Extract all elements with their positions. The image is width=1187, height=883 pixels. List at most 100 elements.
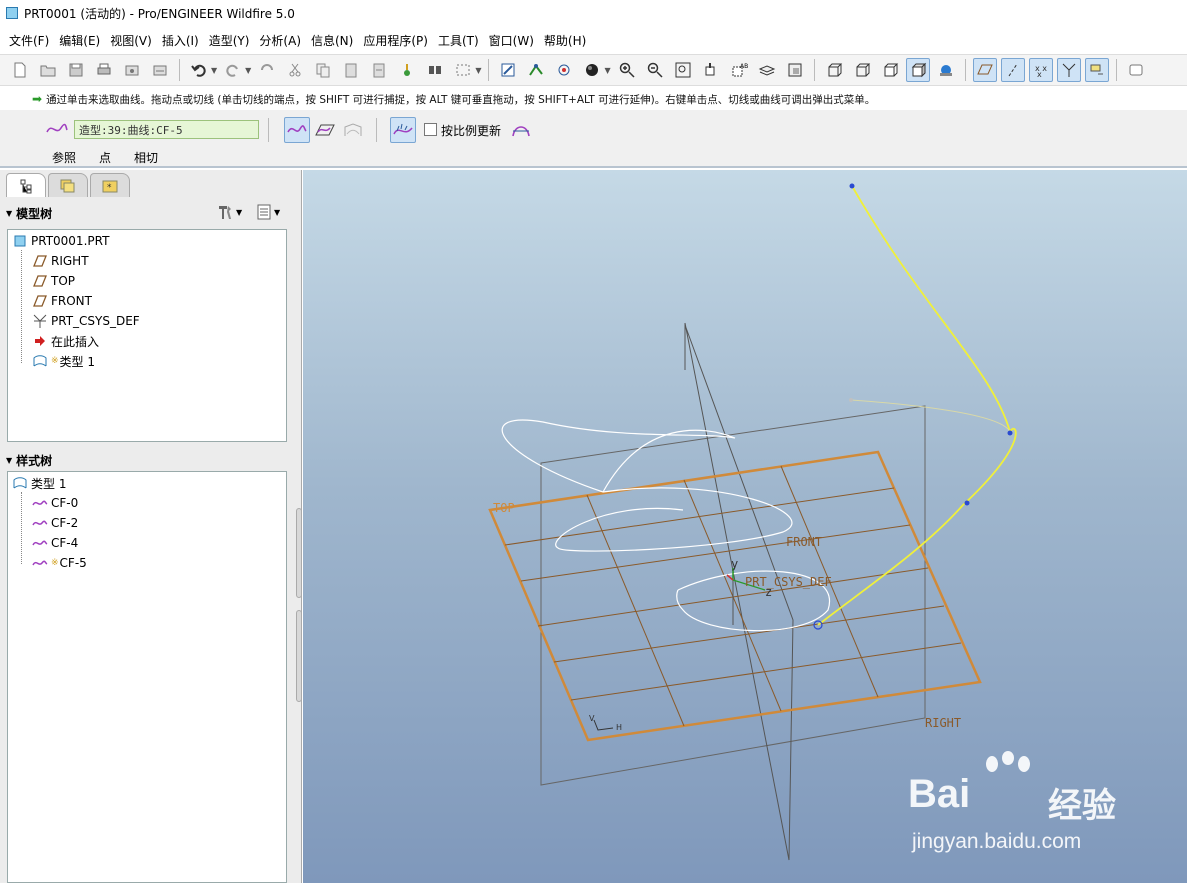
free-curve-button[interactable]: [284, 117, 310, 143]
redo-dropdown-icon[interactable]: ▼: [245, 66, 251, 75]
style-tree-item-feature[interactable]: 类型 1: [12, 473, 66, 493]
tab-references[interactable]: 参照: [52, 149, 76, 166]
datum-axes-display-icon[interactable]: [1000, 58, 1025, 82]
tree-item-top[interactable]: TOP: [32, 271, 75, 291]
style-tree-item-cf4[interactable]: CF-4: [32, 533, 78, 553]
tab-tangent[interactable]: 相切: [134, 149, 158, 166]
redo-icon[interactable]: [221, 58, 245, 82]
message-bar: ➡ 通过单击来选取曲线。拖动点或切线 (单击切线的端点，按 SHIFT 可进行捕…: [0, 88, 1187, 110]
menu-help[interactable]: 帮助(H): [539, 32, 591, 49]
svg-text:AB: AB: [740, 63, 748, 70]
tab-favorites[interactable]: *: [90, 173, 130, 197]
saved-views-icon[interactable]: AB: [727, 58, 751, 82]
tree-item-csys[interactable]: PRT_CSYS_DEF: [32, 311, 140, 331]
model-tree-settings[interactable]: ▼: [216, 203, 242, 221]
print-icon[interactable]: [92, 58, 116, 82]
tree-item-insert-here[interactable]: 在此插入: [32, 331, 99, 351]
control-point[interactable]: [1007, 430, 1013, 436]
menu-bar: 文件(F) 编辑(E) 视图(V) 插入(I) 造型(Y) 分析(A) 信息(N…: [0, 28, 1187, 52]
save-icon[interactable]: [64, 58, 88, 82]
menu-style[interactable]: 造型(Y): [204, 32, 255, 49]
menu-analysis[interactable]: 分析(A): [254, 32, 306, 49]
layers-icon[interactable]: [755, 58, 779, 82]
refit-icon[interactable]: [671, 58, 695, 82]
scale-update-checkbox[interactable]: [424, 123, 437, 136]
view-manager-icon[interactable]: [783, 58, 807, 82]
menu-insert[interactable]: 插入(I): [157, 32, 204, 49]
datum-points-display-icon[interactable]: x xx: [1028, 58, 1053, 82]
panel-splitter[interactable]: [296, 610, 302, 702]
repaint-icon[interactable]: [496, 58, 520, 82]
open-file-icon[interactable]: [36, 58, 60, 82]
shaded-icon[interactable]: [905, 58, 930, 82]
paste-icon[interactable]: [339, 58, 363, 82]
tab-points[interactable]: 点: [99, 149, 111, 166]
spin-center-icon[interactable]: [552, 58, 576, 82]
cos-curve-button[interactable]: [340, 117, 366, 143]
menu-tools[interactable]: 工具(T): [433, 32, 484, 49]
tab-folder-browser[interactable]: [48, 173, 88, 197]
panel-splitter[interactable]: [296, 508, 302, 598]
csys-display-icon[interactable]: [1056, 58, 1081, 82]
style-tree-item-cf0[interactable]: CF-0: [32, 493, 78, 513]
tree-item-right[interactable]: RIGHT: [32, 251, 89, 271]
new-file-icon[interactable]: [8, 58, 32, 82]
shading-dropdown-icon[interactable]: ▼: [604, 66, 610, 75]
tree-item-front[interactable]: FRONT: [32, 291, 92, 311]
menu-view[interactable]: 视图(V): [105, 32, 157, 49]
paste-special-icon[interactable]: [367, 58, 391, 82]
regenerate-icon[interactable]: [255, 58, 279, 82]
curve-connect-icon[interactable]: [524, 58, 548, 82]
curve-cf-5[interactable]: [817, 185, 1017, 626]
tree-item-part[interactable]: PRT0001.PRT: [12, 231, 109, 251]
style-tree-item-cf2[interactable]: CF-2: [32, 513, 78, 533]
shading-icon[interactable]: [580, 58, 604, 82]
mail-icon[interactable]: [120, 58, 144, 82]
select-box-icon[interactable]: [451, 58, 475, 82]
curve-options-button[interactable]: [508, 117, 534, 143]
zoom-out-icon[interactable]: [643, 58, 667, 82]
annotation-display-icon[interactable]: [1084, 58, 1109, 82]
select-dropdown-icon[interactable]: ▼: [475, 66, 481, 75]
tree-item-label: 在此插入: [51, 334, 100, 349]
style-tree-header[interactable]: ▼ 样式树: [6, 450, 52, 470]
menu-applications[interactable]: 应用程序(P): [358, 32, 433, 49]
curve-icon: [46, 122, 68, 139]
style-tree-item-cf5[interactable]: ※ CF-5: [32, 553, 87, 573]
undo-dropdown-icon[interactable]: ▼: [211, 66, 217, 75]
mail-link-icon[interactable]: [148, 58, 172, 82]
tangent-handle[interactable]: [849, 398, 853, 402]
menu-window[interactable]: 窗口(W): [484, 32, 539, 49]
control-point[interactable]: [849, 183, 855, 189]
model-player-icon[interactable]: [395, 58, 419, 82]
model-tree-show[interactable]: ▼: [256, 203, 280, 221]
no-hidden-icon[interactable]: [878, 58, 902, 82]
datum-planes-display-icon[interactable]: [972, 58, 997, 82]
reorient-icon[interactable]: [699, 58, 723, 82]
copy-icon[interactable]: [311, 58, 335, 82]
control-point[interactable]: [964, 500, 970, 506]
part-icon: [12, 233, 28, 249]
toolbar-separator: [1115, 59, 1117, 81]
hidden-line-icon[interactable]: [850, 58, 874, 82]
menu-file[interactable]: 文件(F): [4, 32, 54, 49]
style-curves[interactable]: [501, 419, 831, 632]
curve-edit-dashboard: 造型:39:曲线:CF-5 按比例更新 参照 点 相切: [0, 110, 1187, 168]
datum-plane-icon: [32, 253, 48, 269]
model-tree-header[interactable]: ▼ 模型树: [6, 203, 52, 223]
menu-info[interactable]: 信息(N): [306, 32, 358, 49]
curvature-plot-button[interactable]: [390, 117, 416, 143]
tree-item-style-feature[interactable]: ※ 类型 1: [32, 351, 95, 371]
tab-model-tree[interactable]: [6, 173, 46, 197]
zoom-in-icon[interactable]: [615, 58, 639, 82]
overflow-icon[interactable]: [1124, 58, 1148, 82]
cut-icon[interactable]: [283, 58, 307, 82]
search-icon[interactable]: [423, 58, 447, 82]
wireframe-icon[interactable]: [822, 58, 846, 82]
menu-edit[interactable]: 编辑(E): [54, 32, 105, 49]
undo-icon[interactable]: [187, 58, 211, 82]
curve-name-field[interactable]: 造型:39:曲线:CF-5: [74, 120, 259, 139]
tangent-line[interactable]: [850, 399, 1011, 433]
appearance-icon[interactable]: [934, 58, 958, 82]
planar-curve-button[interactable]: [312, 117, 338, 143]
